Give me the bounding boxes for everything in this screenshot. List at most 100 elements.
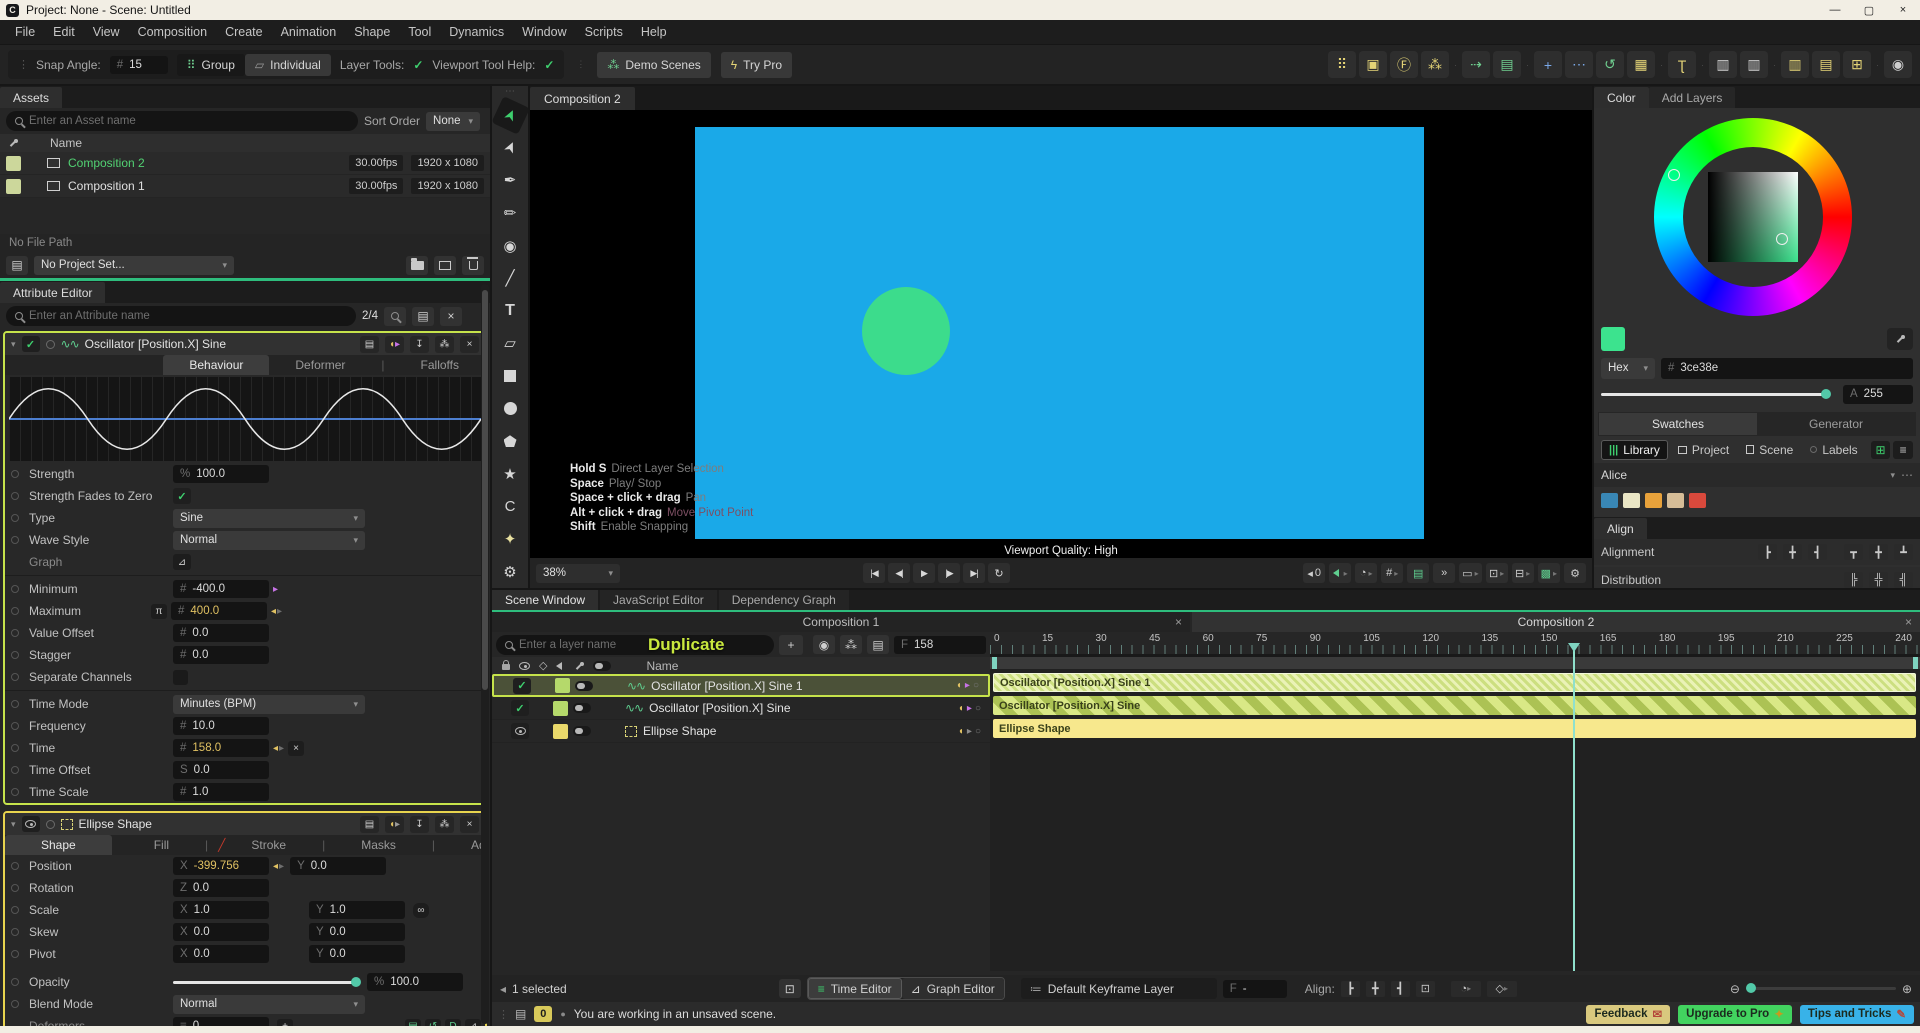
time-field[interactable]: #158.0: [173, 739, 269, 757]
ellipse-shape-layer[interactable]: [862, 287, 950, 375]
visibility-eye-icon[interactable]: [511, 723, 529, 739]
solo-circle-icon[interactable]: ○: [975, 726, 981, 737]
layer-tools-check-icon[interactable]: ✓: [413, 58, 423, 72]
ellipse-header[interactable]: ▾ Ellipse Shape ▤ ◖ ▸ ↧ ⁂ ×: [5, 813, 485, 835]
tab-javascript-editor[interactable]: JavaScript Editor: [600, 590, 717, 610]
tab-falloffs[interactable]: Falloffs: [395, 355, 485, 375]
connect-arrow-icon[interactable]: ⇢: [1462, 51, 1490, 78]
fades-checkbox[interactable]: ✓: [173, 488, 191, 504]
layer-color-swatch[interactable]: [553, 723, 568, 739]
next-frame-button[interactable]: |▶: [938, 563, 960, 583]
transparency-checker-icon[interactable]: ▩ ▸: [1537, 563, 1560, 583]
star-tool[interactable]: ★: [496, 460, 525, 489]
duplicate-view-icon[interactable]: ⊟ ▸: [1511, 563, 1534, 583]
keyframe-prev-icon[interactable]: ◖: [958, 703, 964, 714]
solo-circle-icon[interactable]: [45, 339, 55, 349]
solo-circle-icon[interactable]: ○: [975, 703, 981, 714]
palette-name[interactable]: Alice: [1601, 468, 1627, 482]
lock-icon[interactable]: [502, 660, 510, 670]
loop-button[interactable]: ↻: [988, 563, 1010, 583]
frame-field[interactable]: F 158: [894, 635, 986, 654]
select-tool[interactable]: ➤: [490, 95, 530, 135]
visibility-toggle[interactable]: [21, 816, 40, 832]
collapse-chevron-icon[interactable]: ▾: [11, 339, 16, 350]
oscillator-waveform-preview[interactable]: [9, 377, 481, 461]
saturation-value-square[interactable]: [1708, 172, 1798, 262]
close-button[interactable]: ×: [1886, 0, 1920, 20]
tab-behaviour[interactable]: Behaviour: [163, 355, 270, 375]
isolate-icon[interactable]: ⁂: [435, 335, 454, 353]
layers-view-icon[interactable]: ⊡ ▸: [1485, 563, 1508, 583]
connector-dot[interactable]: [11, 514, 19, 522]
collapse-chevron-icon[interactable]: ▾: [11, 819, 16, 830]
connector-dot[interactable]: [11, 928, 19, 936]
camera-tool[interactable]: ◉: [496, 231, 525, 260]
menu-dynamics[interactable]: Dynamics: [440, 25, 513, 39]
menu-scripts[interactable]: Scripts: [576, 25, 632, 39]
connector-dot[interactable]: [11, 950, 19, 958]
asset-row-composition-1[interactable]: Composition 1 30.00fps 1920 x 1080: [0, 175, 490, 198]
scene-tab[interactable]: Scene: [1739, 440, 1800, 460]
keyframe-next-icon[interactable]: ▸: [965, 680, 970, 691]
palette-swatch[interactable]: [1623, 492, 1640, 508]
scene-comp-tab-composition-1[interactable]: Composition 1 ×: [492, 612, 1190, 632]
pin-icon[interactable]: ↧: [410, 815, 429, 833]
try-pro-button[interactable]: ϟ Try Pro: [720, 51, 793, 78]
tab-shape[interactable]: Shape: [5, 835, 112, 855]
close-card-icon[interactable]: ×: [460, 335, 479, 353]
asset-search-input[interactable]: [6, 111, 358, 131]
stopwatch-icon[interactable]: ◔ ▸: [1355, 563, 1378, 583]
menu-view[interactable]: View: [84, 25, 129, 39]
tab-color[interactable]: Color: [1594, 87, 1649, 108]
viewport-tab-composition-2[interactable]: Composition 2: [530, 87, 635, 110]
layer-toggle-pill[interactable]: [575, 680, 593, 691]
pick-whip-button[interactable]: [384, 306, 406, 326]
render-cube-icon[interactable]: ◇: [539, 659, 547, 672]
sv-marker[interactable]: [1776, 233, 1788, 245]
camera-icon[interactable]: ◉: [1884, 51, 1912, 78]
scale-y-field[interactable]: Y 1.0: [309, 901, 405, 919]
list-view-button[interactable]: ≡: [1893, 440, 1913, 459]
keyframe-next-icon[interactable]: ▸: [967, 703, 972, 714]
viewport-zoom-dropdown[interactable]: 38% ▾: [536, 563, 620, 583]
stagger-field[interactable]: #0.0: [173, 646, 269, 664]
grid-icon[interactable]: ⊞: [1843, 51, 1871, 78]
track-ellipse-shape[interactable]: Ellipse Shape: [993, 719, 1916, 738]
viewport-canvas[interactable]: Hold S Direct Layer Selection Space Play/ …: [530, 110, 1592, 558]
menu-edit[interactable]: Edit: [44, 25, 84, 39]
track-oscillator-sine-1[interactable]: Oscillator [Position.X] Sine 1: [993, 673, 1916, 692]
blend-mode-dropdown[interactable]: Normal ▾: [173, 994, 365, 1014]
menu-window[interactable]: Window: [513, 25, 575, 39]
asset-name[interactable]: Composition 2: [68, 156, 145, 170]
zoom-out-icon[interactable]: ⊖: [1730, 982, 1740, 996]
connector-dot[interactable]: [11, 700, 19, 708]
pin-icon[interactable]: ↧: [410, 335, 429, 353]
tab-masks[interactable]: Masks: [335, 835, 422, 855]
keyframe-layer-dropdown[interactable]: ≔ Default Keyframe Layer: [1020, 978, 1217, 999]
pen-tool[interactable]: ✒: [496, 166, 525, 195]
layer-name[interactable]: Ellipse Shape: [643, 724, 716, 738]
isolate-filter-button[interactable]: ⁂: [840, 635, 862, 654]
close-tab-icon[interactable]: ×: [1175, 615, 1182, 629]
eye-icon[interactable]: [519, 661, 530, 670]
viewport-settings-gear-icon[interactable]: ⚙: [1564, 563, 1586, 583]
pivot-y-field[interactable]: Y 0.0: [309, 945, 405, 963]
columns-icon[interactable]: ▥: [1781, 51, 1809, 78]
pivot-x-field[interactable]: X 0.0: [173, 945, 269, 963]
connector-dot[interactable]: [11, 862, 19, 870]
library-tab[interactable]: ||| Library: [1601, 439, 1668, 460]
fast-forward-icon[interactable]: »: [1433, 563, 1456, 583]
skew-y-field[interactable]: Y 0.0: [309, 923, 405, 941]
keyframe-prev-icon[interactable]: ◖: [956, 680, 962, 691]
sparkle-tool[interactable]: ✦: [496, 525, 525, 554]
zoom-handle[interactable]: [1745, 983, 1756, 993]
keyframe-prev-icon[interactable]: ◂: [271, 606, 276, 617]
connector-dot[interactable]: [11, 607, 19, 615]
text-on-path-icon[interactable]: Ʈ: [1668, 51, 1696, 78]
align-bottom-button[interactable]: ┻: [1894, 544, 1913, 560]
keyframe-next-icon[interactable]: ▸: [277, 606, 282, 617]
tab-scene-window[interactable]: Scene Window: [492, 590, 599, 610]
playhead[interactable]: [1568, 643, 1580, 971]
panel-options-icon[interactable]: ▤: [360, 335, 379, 353]
direct-select-tool[interactable]: ➤: [491, 129, 529, 167]
